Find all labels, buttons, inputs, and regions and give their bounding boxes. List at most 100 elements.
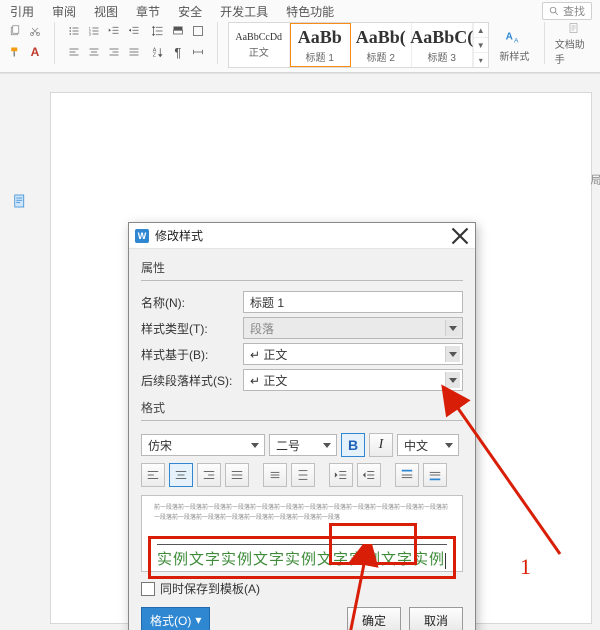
outdent-icon[interactable]	[105, 22, 123, 40]
font-size-dropdown[interactable]: 二号	[269, 434, 337, 456]
ribbon-group-clipboard: A	[6, 22, 44, 61]
para-before-button[interactable]	[395, 463, 419, 487]
chevron-down-icon[interactable]	[320, 437, 334, 453]
align-justify-button[interactable]	[225, 463, 249, 487]
annotation-number-1: 1	[520, 554, 531, 580]
style-label: 标题 1	[306, 49, 334, 64]
indent-dec-button[interactable]	[329, 463, 353, 487]
font-a-icon[interactable]: A	[26, 43, 44, 61]
tab-security[interactable]: 安全	[174, 3, 206, 20]
style-gallery[interactable]: AaBbCcDd 正文 AaBb 标题 1 AaBb( 标题 2 AaBbC( …	[228, 22, 489, 68]
align-left-button[interactable]	[141, 463, 165, 487]
section-format: 格式	[141, 399, 463, 416]
sort-icon[interactable]: AZ	[149, 43, 167, 61]
linespace-tight-button[interactable]	[263, 463, 287, 487]
style-preview: 前一段落前一段落前一段落前一段落前一段落前一段落前一段落前一段落前一段落前一段落…	[141, 495, 463, 572]
annotation-highlight-preview: 实例文字实例文字实例文字实例文字实例	[148, 536, 456, 579]
style-cell-heading3[interactable]: AaBbC( 标题 3	[412, 23, 473, 67]
gallery-expand-icon[interactable]: ▾	[474, 53, 488, 67]
tab-special[interactable]: 特色功能	[282, 3, 338, 20]
ribbon-separator	[217, 22, 218, 64]
line-spacing-icon[interactable]	[149, 22, 167, 40]
style-label: 标题 2	[367, 49, 395, 64]
search-icon	[549, 6, 559, 16]
chevron-down-icon[interactable]	[445, 372, 460, 388]
indent-inc-button[interactable]	[357, 463, 381, 487]
tab-chapter[interactable]: 章节	[132, 3, 164, 20]
search-box[interactable]: 查找	[542, 2, 592, 20]
chevron-down-icon[interactable]	[445, 346, 460, 362]
doc-assist-button[interactable]: 文档助手	[555, 22, 594, 66]
language-dropdown[interactable]: 中文	[397, 434, 459, 456]
save-to-template-row[interactable]: 同时保存到模板(A)	[141, 580, 463, 597]
dialog-footer: 格式(O) ▾ 确定 取消	[141, 607, 463, 630]
doc-assist-label: 文档助手	[555, 36, 594, 66]
scroll-down-icon[interactable]: ▼	[474, 38, 488, 53]
align-left-icon[interactable]	[65, 43, 83, 61]
based-on-value: ↵ 正文	[250, 346, 287, 363]
ribbon-separator	[54, 22, 55, 64]
font-size-value: 二号	[276, 437, 300, 454]
style-gallery-scroll[interactable]: ▲ ▼ ▾	[473, 23, 488, 67]
shading-icon[interactable]	[169, 22, 187, 40]
following-value: ↵ 正文	[250, 372, 287, 389]
copy-icon[interactable]	[6, 22, 24, 40]
based-on-dropdown[interactable]: ↵ 正文	[243, 343, 463, 365]
close-button[interactable]	[451, 228, 469, 244]
name-field[interactable]: 标题 1	[243, 291, 463, 313]
style-cell-heading2[interactable]: AaBb( 标题 2	[351, 23, 412, 67]
tab-stops-icon[interactable]	[189, 43, 207, 61]
bullets-icon[interactable]	[65, 22, 83, 40]
style-cell-body[interactable]: AaBbCcDd 正文	[229, 23, 290, 67]
format-menu-button[interactable]: 格式(O) ▾	[141, 607, 210, 630]
italic-button[interactable]: I	[369, 433, 393, 457]
para-after-button[interactable]	[423, 463, 447, 487]
align-right-button[interactable]	[197, 463, 221, 487]
ribbon-separator	[544, 22, 545, 64]
numbering-icon[interactable]: 123	[85, 22, 103, 40]
tab-developer[interactable]: 开发工具	[216, 3, 272, 20]
font-name-dropdown[interactable]: 仿宋	[141, 434, 265, 456]
chevron-down-icon[interactable]	[442, 437, 456, 453]
cut-icon[interactable]	[26, 22, 44, 40]
new-style-icon: AA	[504, 26, 524, 46]
style-sample: AaBb	[298, 27, 342, 48]
format-frame: 仿宋 二号 B I 中文	[141, 420, 463, 572]
dialog-titlebar[interactable]: W 修改样式	[129, 223, 475, 249]
style-cell-heading1[interactable]: AaBb 标题 1	[290, 23, 351, 67]
svg-text:3: 3	[89, 33, 91, 37]
ribbon-tabs: 引用 审阅 视图 章节 安全 开发工具 特色功能 查找	[0, 0, 600, 20]
style-sample: AaBb(	[356, 27, 406, 48]
svg-text:Z: Z	[153, 53, 157, 59]
following-dropdown[interactable]: ↵ 正文	[243, 369, 463, 391]
app-icon: W	[135, 229, 149, 243]
tab-references[interactable]: 引用	[6, 3, 38, 20]
nav-pane-icon[interactable]	[14, 194, 26, 208]
align-right-icon[interactable]	[105, 43, 123, 61]
ok-button[interactable]: 确定	[347, 607, 401, 630]
tab-review[interactable]: 审阅	[48, 3, 80, 20]
cancel-button[interactable]: 取消	[409, 607, 463, 630]
type-dropdown: 段落	[243, 317, 463, 339]
bold-button[interactable]: B	[341, 433, 365, 457]
align-center-icon[interactable]	[85, 43, 103, 61]
chevron-down-icon[interactable]	[248, 437, 262, 453]
indent-icon[interactable]	[125, 22, 143, 40]
align-center-button[interactable]	[169, 463, 193, 487]
new-style-button[interactable]: AA 新样式	[495, 22, 534, 66]
close-icon	[451, 227, 469, 245]
document-area: 局 W 修改样式 属性 名称(N): 标题 1 样式类型(T):	[0, 73, 600, 630]
pilcrow-icon[interactable]: ¶	[169, 43, 187, 61]
tab-view[interactable]: 视图	[90, 3, 122, 20]
scroll-up-icon[interactable]: ▲	[474, 23, 488, 38]
paint-icon[interactable]	[6, 43, 24, 61]
border-icon[interactable]	[189, 22, 207, 40]
align-justify-icon[interactable]	[125, 43, 143, 61]
linespace-loose-button[interactable]	[291, 463, 315, 487]
following-label: 后续段落样式(S):	[141, 372, 237, 389]
ribbon-group-spacing: AZ ¶	[149, 22, 207, 61]
based-on-label: 样式基于(B):	[141, 346, 237, 363]
type-value: 段落	[250, 320, 274, 337]
style-sample: AaBbC(	[410, 27, 473, 48]
save-to-template-checkbox[interactable]	[141, 582, 155, 596]
